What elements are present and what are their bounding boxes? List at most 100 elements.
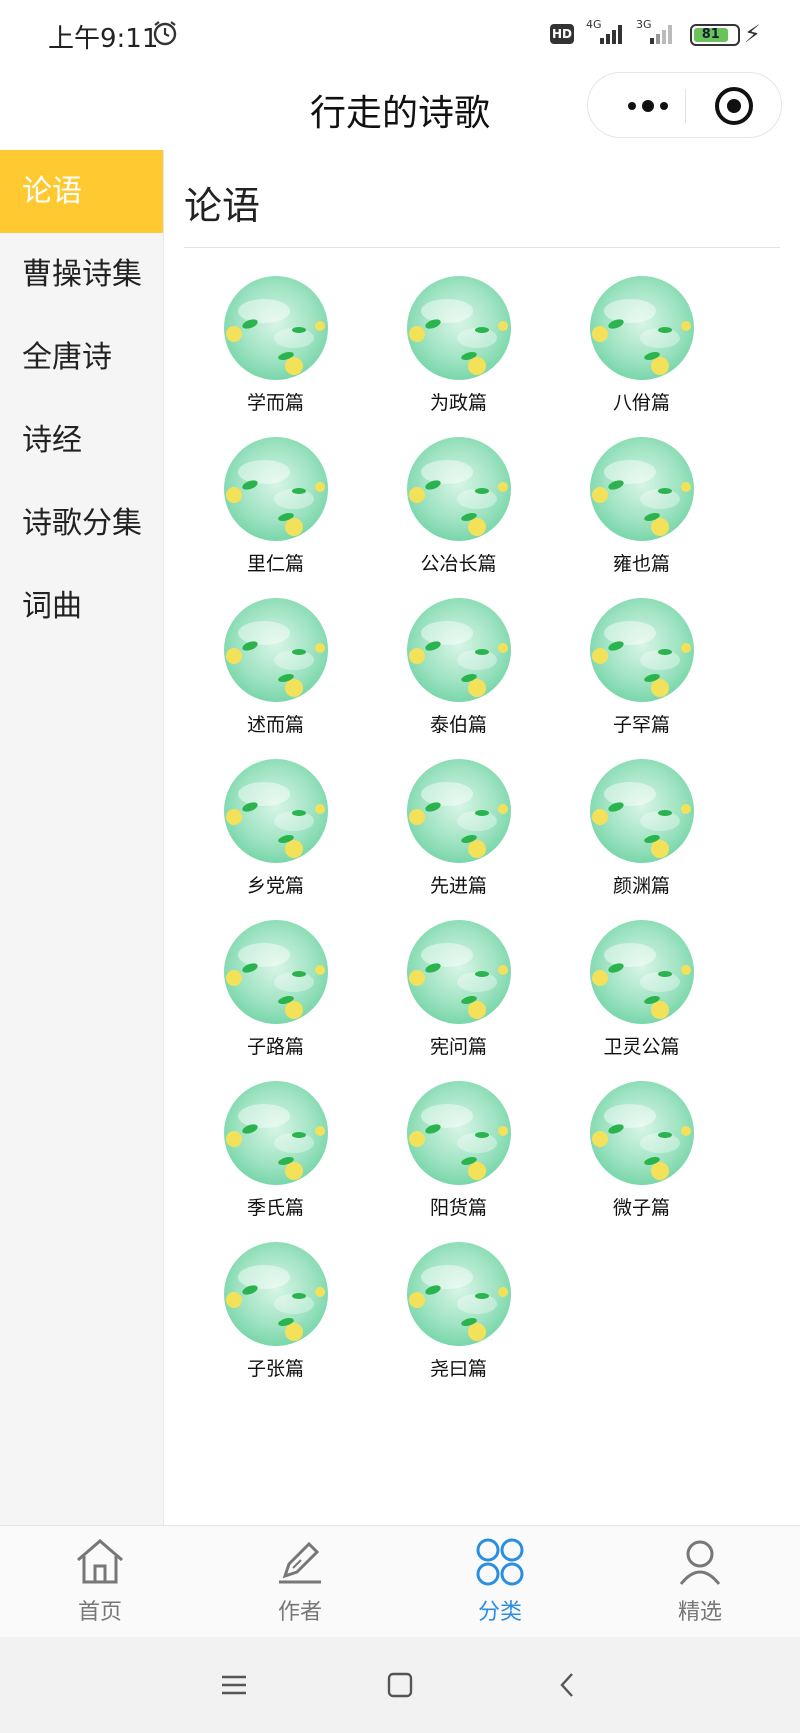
tab-category[interactable]: 分类 — [440, 1536, 560, 1626]
tab-label: 首页 — [77, 1600, 122, 1625]
tab-label: 分类 — [477, 1600, 522, 1625]
chapter-label: 泰伯篇 — [429, 714, 487, 736]
chapter-label: 公冶长篇 — [420, 553, 497, 575]
chapter-item[interactable]: 雍也篇 — [550, 437, 733, 598]
chapter-label: 微子篇 — [612, 1197, 670, 1219]
chapter-thumbnail — [223, 759, 328, 863]
chapter-label: 子路篇 — [246, 1036, 304, 1058]
chapter-thumbnail — [589, 920, 694, 1024]
sidebar-item-lunyu[interactable]: 论语 — [0, 150, 163, 233]
chapter-item[interactable]: 先进篇 — [367, 759, 550, 920]
tab-featured[interactable]: 精选 — [640, 1536, 760, 1626]
chapter-thumbnail — [406, 1081, 511, 1185]
chapter-thumbnail — [406, 598, 511, 702]
chapter-label: 八佾篇 — [612, 392, 670, 414]
chapter-thumbnail — [589, 437, 694, 541]
chapter-item[interactable]: 学而篇 — [184, 276, 367, 437]
sidebar-item-shigefenji[interactable]: 诗歌分集 — [0, 482, 163, 565]
chapter-label: 雍也篇 — [612, 553, 670, 575]
category-sidebar: 论语 曹操诗集 全唐诗 诗经 诗歌分集 词曲 — [0, 150, 164, 1525]
chapter-thumbnail — [589, 598, 694, 702]
chapter-thumbnail — [223, 598, 328, 702]
chapter-thumbnail — [223, 276, 328, 380]
chapter-thumbnail — [406, 276, 511, 380]
signal-label: 4G — [586, 18, 602, 31]
chapter-item[interactable]: 泰伯篇 — [367, 598, 550, 759]
close-target-icon[interactable] — [713, 85, 755, 127]
chapter-thumbnail — [589, 276, 694, 380]
chapter-label: 子张篇 — [246, 1358, 304, 1380]
sidebar-item-ciqu[interactable]: 词曲 — [0, 565, 163, 648]
sidebar-item-shijing[interactable]: 诗经 — [0, 399, 163, 482]
chapter-thumbnail — [223, 1081, 328, 1185]
chapter-label: 阳货篇 — [429, 1197, 487, 1219]
chapter-thumbnail — [223, 1242, 328, 1346]
chapter-thumbnail — [589, 1081, 694, 1185]
chapter-label: 卫灵公篇 — [603, 1036, 680, 1058]
menu-icon[interactable] — [216, 1667, 252, 1703]
tab-home[interactable]: 首页 — [40, 1536, 160, 1626]
chapter-item[interactable]: 子罕篇 — [550, 598, 733, 759]
chapter-item[interactable]: 微子篇 — [550, 1081, 733, 1242]
home-square-icon[interactable] — [382, 1667, 418, 1703]
category-icon — [476, 1538, 524, 1586]
back-icon[interactable] — [550, 1667, 586, 1703]
chapter-label: 述而篇 — [246, 714, 304, 736]
user-icon — [679, 1540, 721, 1585]
chapter-thumbnail — [406, 1242, 511, 1346]
chapter-thumbnail — [406, 920, 511, 1024]
chapter-item[interactable]: 颜渊篇 — [550, 759, 733, 920]
signal-4g-icon: 4G — [586, 18, 630, 46]
chapter-thumbnail — [406, 759, 511, 863]
battery-level: 81 — [694, 28, 728, 42]
status-time: 上午9:11 — [48, 24, 159, 54]
pen-icon — [279, 1541, 321, 1584]
signal-3g-icon: 3G — [636, 18, 680, 46]
alarm-icon — [153, 21, 177, 46]
chapter-item[interactable]: 卫灵公篇 — [550, 920, 733, 1081]
chapter-label: 里仁篇 — [246, 553, 304, 575]
chapter-item[interactable]: 子路篇 — [184, 920, 367, 1081]
chapter-item[interactable]: 八佾篇 — [550, 276, 733, 437]
chapter-item[interactable]: 子张篇 — [184, 1242, 367, 1403]
chapter-item[interactable]: 为政篇 — [367, 276, 550, 437]
charging-icon: ⚡ — [744, 20, 761, 48]
chapter-thumbnail — [406, 437, 511, 541]
status-bar: 上午9:11 HD 4G 3G 81 ⚡ — [0, 0, 800, 70]
chapter-label: 先进篇 — [429, 875, 487, 897]
chapter-item[interactable]: 乡党篇 — [184, 759, 367, 920]
chapter-label: 学而篇 — [246, 392, 304, 414]
section-title: 论语 — [184, 150, 780, 248]
chapter-thumbnail — [589, 759, 694, 863]
tab-label: 作者 — [277, 1600, 322, 1625]
chapter-grid: 学而篇 为政篇 八佾篇里仁篇 公冶长篇 雍也篇述而篇 泰伯篇 子罕篇乡党篇 先进篇 颜渊篇子路篇… — [184, 276, 780, 1403]
chapter-label: 乡党篇 — [246, 875, 304, 897]
tab-author[interactable]: 作者 — [240, 1536, 360, 1626]
chapter-label: 尧曰篇 — [429, 1358, 487, 1380]
home-icon — [77, 1539, 123, 1584]
signal-label: 3G — [636, 18, 652, 31]
sidebar-item-quantangshi[interactable]: 全唐诗 — [0, 316, 163, 399]
tab-bar: 首页 作者 分类 精选 — [0, 1525, 800, 1637]
chapter-item[interactable]: 阳货篇 — [367, 1081, 550, 1242]
chapter-label: 为政篇 — [429, 392, 487, 414]
chapter-item[interactable]: 宪问篇 — [367, 920, 550, 1081]
chapter-item[interactable]: 尧曰篇 — [367, 1242, 550, 1403]
chapter-item[interactable]: 季氏篇 — [184, 1081, 367, 1242]
chapter-label: 颜渊篇 — [612, 875, 670, 897]
chapter-label: 子罕篇 — [612, 714, 670, 736]
chapter-item[interactable]: 里仁篇 — [184, 437, 367, 598]
capsule-divider — [685, 89, 686, 123]
hd-badge: HD — [550, 24, 574, 44]
more-icon[interactable] — [618, 91, 678, 121]
chapter-thumbnail — [223, 437, 328, 541]
system-nav-bar — [0, 1637, 800, 1733]
chapter-thumbnail — [223, 920, 328, 1024]
sidebar-item-caocao[interactable]: 曹操诗集 — [0, 233, 163, 316]
chapter-item[interactable]: 公冶长篇 — [367, 437, 550, 598]
tab-label: 精选 — [677, 1600, 722, 1625]
title-bar: 行走的诗歌 — [0, 70, 800, 150]
battery-icon: 81 — [690, 24, 740, 46]
content-panel: 论语 学而篇 为政篇 八佾篇里仁篇 公冶长篇 雍也篇述而篇 泰伯篇 子罕篇乡党篇 先进篇 颜渊篇… — [184, 150, 780, 1403]
chapter-item[interactable]: 述而篇 — [184, 598, 367, 759]
